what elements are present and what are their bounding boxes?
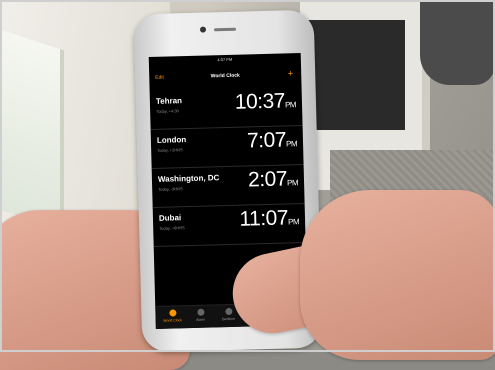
page-title: World Clock [210,72,240,80]
city-name: London [156,135,187,145]
clock-time: 2:07PM [248,167,298,192]
time-offset: Today, +4:30 [156,108,179,114]
time-value: 2:07 [247,167,288,192]
time-period: PM [284,100,297,110]
time-period: PM [285,139,298,149]
city-name: Dubai [158,213,182,223]
tab-label: World Clock [163,318,183,323]
list-item[interactable]: Dubai Today, +6HRS 11:07PM [152,204,306,247]
time-offset: Today, +2HRS [157,147,183,153]
tab-alarm[interactable]: Alarm [185,308,215,322]
city-name: Washington, DC [157,173,220,184]
world-clock-list: Tehran Today, +4:30 10:37PM London Today… [149,87,306,247]
bed-icon [224,307,233,316]
time-offset: Today, +6HRS [159,225,185,231]
front-camera [199,26,207,33]
add-clock-button[interactable]: + [288,68,294,78]
time-offset: Today, -3HRS [158,186,183,192]
right-hand [300,190,495,360]
time-value: 7:07 [246,128,287,153]
list-item[interactable]: Tehran Today, +4:30 10:37PM [149,87,303,131]
globe-icon [168,309,177,317]
clock-time: 7:07PM [247,128,297,153]
window [0,29,64,231]
earpiece [213,27,237,32]
city-name: Tehran [155,96,183,106]
tab-label: Bedtime [222,316,236,322]
office-chair [420,0,495,85]
status-bar-time: 4:07 PM [217,56,233,63]
nav-bar: Edit World Clock + [149,68,301,85]
time-period: PM [287,217,300,227]
clock-time: 10:37PM [235,89,297,115]
list-item[interactable]: Washington, DC Today, -3HRS 2:07PM [151,165,305,208]
alarm-icon [196,308,205,316]
time-period: PM [286,178,299,188]
list-item[interactable]: London Today, +2HRS 7:07PM [150,126,304,169]
clock-time: 11:07PM [239,206,299,232]
tab-world-clock[interactable]: World Clock [157,309,187,323]
tab-label: Alarm [195,317,206,322]
time-value: 10:37 [234,89,286,114]
time-value: 11:07 [239,206,289,231]
